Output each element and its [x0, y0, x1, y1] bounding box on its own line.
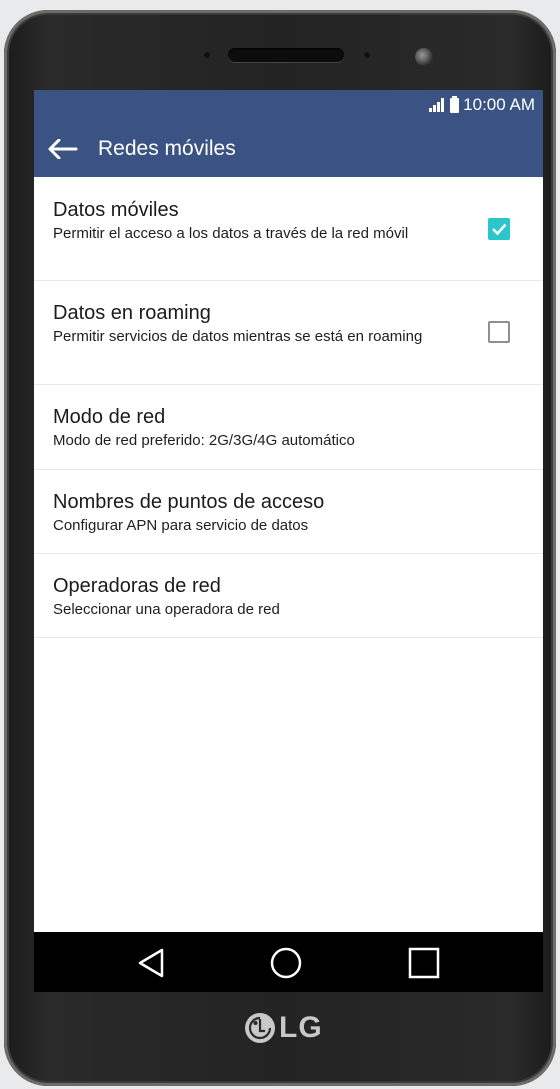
checkmark-icon [492, 223, 507, 236]
navigation-bar [34, 929, 543, 992]
earpiece-speaker [228, 48, 344, 62]
page-title: Redes móviles [98, 136, 236, 160]
setting-network-mode[interactable]: Modo de red Modo de red preferido: 2G/3G… [34, 385, 543, 470]
setting-subtitle: Permitir el acceso a los datos a través … [53, 225, 409, 242]
back-arrow-icon[interactable] [48, 138, 78, 159]
data-roaming-checkbox[interactable] [488, 321, 510, 343]
setting-access-point-names[interactable]: Nombres de puntos de acceso Configurar A… [34, 470, 543, 554]
status-time: 10:00 AM [463, 95, 535, 114]
signal-icon [428, 98, 445, 112]
setting-subtitle: Modo de red preferido: 2G/3G/4G automáti… [53, 432, 355, 449]
back-triangle-icon[interactable] [134, 945, 170, 981]
settings-list: Datos móviles Permitir el acceso a los d… [34, 177, 543, 638]
setting-subtitle: Permitir servicios de datos mientras se … [53, 328, 423, 345]
mobile-data-checkbox[interactable] [488, 218, 510, 240]
lg-logo: LG [245, 1010, 323, 1046]
home-circle-icon[interactable] [268, 945, 304, 981]
setting-subtitle: Seleccionar una operadora de red [53, 601, 280, 618]
setting-title: Operadoras de red [53, 575, 221, 597]
battery-icon [450, 95, 460, 113]
recent-apps-square-icon[interactable] [406, 945, 442, 981]
light-sensor [364, 52, 370, 58]
setting-title: Modo de red [53, 406, 166, 428]
lg-logo-emblem [245, 1013, 275, 1043]
app-toolbar: Redes móviles [34, 120, 543, 177]
proximity-sensor [204, 52, 210, 58]
setting-subtitle: Configurar APN para servicio de datos [53, 517, 309, 534]
lg-logo-text: LG [279, 1011, 323, 1044]
screen: 10:00 AM Redes móviles Datos móviles Per… [34, 90, 543, 992]
phone-frame: 10:00 AM Redes móviles Datos móviles Per… [4, 10, 556, 1086]
status-bar: 10:00 AM [34, 90, 543, 120]
setting-network-operators[interactable]: Operadoras de red Seleccionar una operad… [34, 554, 543, 638]
setting-title: Nombres de puntos de acceso [53, 491, 325, 513]
setting-data-roaming[interactable]: Datos en roaming Permitir servicios de d… [34, 281, 543, 385]
setting-title: Datos móviles [53, 199, 179, 221]
setting-title: Datos en roaming [53, 302, 211, 324]
front-camera [415, 48, 433, 66]
setting-mobile-data[interactable]: Datos móviles Permitir el acceso a los d… [34, 177, 543, 281]
